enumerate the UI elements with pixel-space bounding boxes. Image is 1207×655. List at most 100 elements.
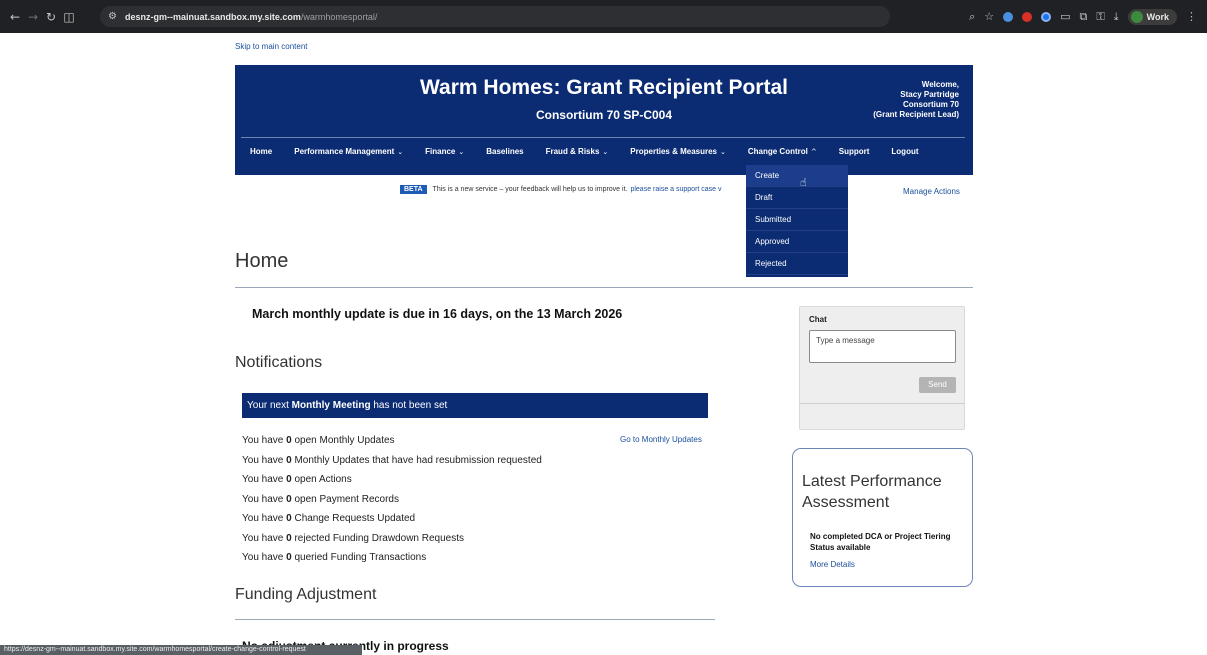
divider — [235, 619, 715, 620]
nav-label: Home — [250, 147, 273, 156]
nav-logout[interactable]: Logout — [891, 147, 918, 156]
avatar — [1130, 10, 1143, 23]
browser-toolbar: ← → ↻ ◫ ⚙ desnz-gm--mainuat.sandbox.my.s… — [0, 0, 1207, 33]
item-text: Change Requests Updated — [291, 513, 416, 524]
item-prefix: You have — [242, 532, 287, 544]
forward-icon[interactable]: → — [24, 10, 42, 24]
nav-fraud-risks[interactable]: Fraud & Risks ⌄ — [546, 147, 609, 156]
user-role: (Grant Recipient Lead) — [873, 110, 959, 119]
sidebar-icon[interactable]: ◫ — [60, 10, 78, 24]
change-control-menu: Create Draft Submitted Approved Rejected — [746, 165, 848, 277]
user-name: Stacy Partridge — [900, 90, 959, 99]
link-status-bar: https://desnz-gm--mainuat.sandbox.my.sit… — [0, 645, 362, 655]
reload-icon[interactable]: ↻ — [42, 10, 60, 24]
item-text: queried Funding Transactions — [291, 552, 427, 563]
go-to-monthly-updates-link[interactable]: Go to Monthly Updates — [620, 435, 702, 444]
url-path: /warmhomesportal/ — [300, 11, 378, 22]
item-prefix: You have — [242, 435, 287, 446]
monthly-meeting-banner: Your next Monthly Meeting has not been s… — [242, 393, 708, 418]
bookmark-star-icon[interactable]: ☆ — [984, 10, 994, 23]
menu-item-rejected[interactable]: Rejected — [746, 253, 848, 275]
beta-banner: BETA This is a new service – your feedba… — [400, 185, 722, 194]
banner-prefix: Your next — [247, 400, 292, 411]
hand-cursor-icon: ☝ — [800, 176, 807, 189]
site-settings-icon[interactable]: ⚙ — [108, 11, 117, 22]
performance-title: Latest Performance Assessment — [802, 473, 942, 511]
nav-change-control[interactable]: Change Control ^ — [748, 147, 817, 156]
notification-list: You have 0 open Monthly Updates You have… — [242, 433, 542, 570]
menu-item-create[interactable]: Create — [746, 165, 848, 187]
chat-message-input[interactable]: Type a message — [809, 330, 956, 363]
list-item: You have 0 queried Funding Transactions — [242, 550, 542, 570]
welcome-block: Welcome, Stacy Partridge Consortium 70 (… — [873, 80, 959, 120]
nav-properties-measures[interactable]: Properties & Measures ⌄ — [630, 147, 726, 156]
menu-item-draft[interactable]: Draft — [746, 187, 848, 209]
portal-subtitle: Consortium 70 SP-C004 — [535, 108, 673, 122]
nav-finance[interactable]: Finance ⌄ — [425, 147, 464, 156]
item-text: Monthly Updates that have had resubmissi… — [291, 454, 542, 466]
main-nav: Home Performance Management ⌄ Finance ⌄ Ba… — [250, 147, 941, 156]
item-text: rejected Funding Drawdown Requests — [291, 532, 465, 544]
item-text: open Actions — [291, 474, 352, 485]
item-text: open Monthly Updates — [291, 435, 395, 446]
list-item: You have 0 Monthly Updates that have had… — [242, 453, 542, 473]
extension-blue-icon[interactable] — [1003, 11, 1014, 22]
list-item: You have 0 open Monthly Updates — [242, 433, 542, 453]
beta-tag: BETA — [400, 185, 427, 194]
nav-label: Finance — [425, 147, 456, 156]
item-text: open Payment Records — [291, 493, 399, 505]
menu-item-approved[interactable]: Approved — [746, 231, 848, 253]
chevron-down-icon: ⌄ — [397, 147, 404, 156]
divider — [800, 403, 964, 404]
chevron-down-icon: ⌄ — [602, 147, 609, 156]
divider — [235, 287, 973, 288]
chevron-down-icon: ⌄ — [458, 147, 465, 156]
portal-title: Warm Homes: Grant Recipient Portal — [420, 76, 788, 99]
header-divider — [241, 137, 965, 138]
list-item: You have 0 open Actions — [242, 472, 542, 492]
chevron-down-icon: ⌄ — [719, 147, 726, 156]
funding-adjustment-heading: Funding Adjustment — [235, 586, 377, 603]
nav-performance-management[interactable]: Performance Management ⌄ — [294, 147, 403, 156]
url-host: desnz-gm--mainuat.sandbox.my.site.com — [124, 11, 301, 22]
item-prefix: You have — [242, 493, 287, 505]
extension-circle-icon[interactable] — [1041, 11, 1052, 22]
nav-label: Fraud & Risks — [545, 147, 600, 156]
profile-label: Work — [1146, 11, 1169, 22]
menu-kebab-icon[interactable]: ⋮ — [1186, 10, 1197, 23]
item-prefix: You have — [242, 454, 287, 466]
user-org: Consortium 70 — [902, 100, 959, 109]
zoom-icon[interactable]: ⌕ — [969, 10, 975, 24]
extension-red-icon[interactable] — [1022, 11, 1033, 22]
nav-baselines[interactable]: Baselines — [486, 147, 523, 156]
back-icon[interactable]: ← — [6, 10, 24, 24]
page-title: Home — [235, 250, 289, 272]
banner-bold: Monthly Meeting — [291, 400, 371, 411]
banner-suffix: has not been set — [370, 400, 448, 411]
manage-actions-link[interactable]: Manage Actions — [903, 187, 960, 196]
skip-to-main-link[interactable]: Skip to main content — [235, 42, 307, 51]
chevron-up-icon: ^ — [810, 147, 817, 156]
list-item: You have 0 Change Requests Updated — [242, 511, 542, 531]
cast-icon[interactable]: ▭ — [1060, 10, 1070, 23]
nav-support[interactable]: Support — [839, 147, 870, 156]
profile-chip[interactable]: Work — [1127, 8, 1177, 25]
chat-panel: Chat Type a message Send — [799, 306, 965, 430]
nav-label: Logout — [891, 147, 919, 156]
chat-send-button[interactable]: Send — [919, 377, 956, 393]
notifications-heading: Notifications — [235, 354, 323, 371]
chat-title: Chat — [809, 315, 827, 324]
performance-status: No completed DCA or Project Tiering Stat… — [810, 532, 951, 552]
beta-text: This is a new service – your feedback wi… — [432, 186, 628, 193]
due-notice: March monthly update is due in 16 days, … — [252, 307, 623, 321]
extensions-puzzle-icon[interactable]: ⧉ — [1080, 10, 1088, 24]
menu-item-submitted[interactable]: Submitted — [746, 209, 848, 231]
support-case-link[interactable]: please raise a support case v — [630, 186, 721, 193]
address-bar[interactable]: ⚙ desnz-gm--mainuat.sandbox.my.site.com /… — [100, 6, 890, 27]
item-prefix: You have — [242, 474, 287, 485]
more-details-link[interactable]: More Details — [810, 560, 855, 569]
welcome-line: Welcome, — [921, 80, 959, 89]
password-key-icon[interactable]: ⚿ — [1096, 10, 1104, 24]
download-icon[interactable]: ⤓ — [1114, 10, 1119, 24]
nav-home[interactable]: Home — [250, 147, 272, 156]
